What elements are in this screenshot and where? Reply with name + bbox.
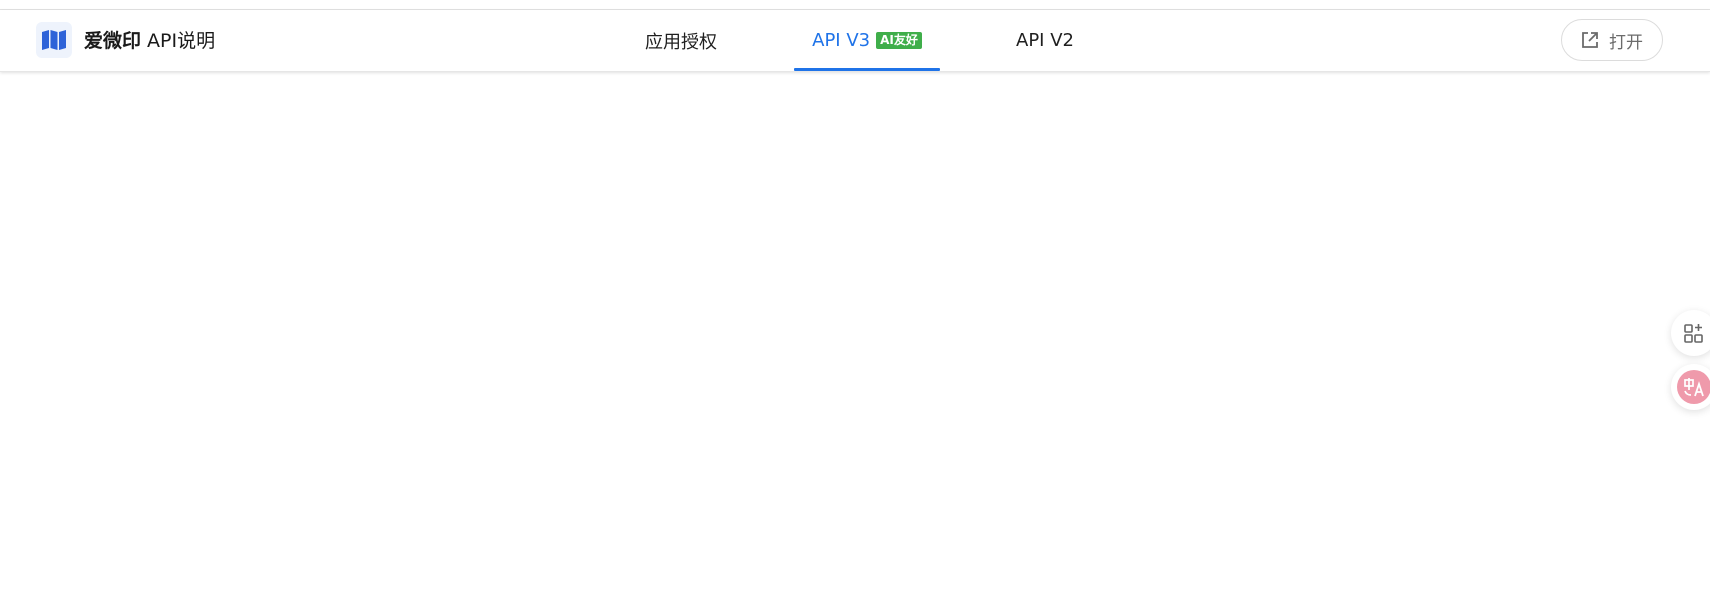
book-open-icon [42,30,66,50]
translate-icon [1677,370,1710,404]
logo[interactable] [36,22,72,58]
tab-app-auth[interactable]: 应用授权 [626,10,736,71]
tab-label: 应用授权 [645,31,717,53]
page-title: 爱微印 API说明 [84,28,215,54]
apps-add-icon [1684,324,1703,343]
top-border [0,0,1710,10]
translate-float-button[interactable] [1671,364,1710,410]
open-button[interactable]: 打开 [1561,19,1663,61]
external-link-icon [1582,32,1598,48]
tab-label: API V2 [1016,30,1074,51]
app-header: 爱微印 API说明 应用授权 API V3 AI友好 API V2 打开 [0,10,1710,72]
brand-suffix: API说明 [141,30,216,52]
apps-float-button[interactable] [1671,310,1710,356]
open-label: 打开 [1609,32,1643,53]
tab-api-v2[interactable]: API V2 [1000,10,1090,71]
ai-friendly-badge: AI友好 [876,32,922,49]
tab-api-v3[interactable]: API V3 AI友好 [794,10,940,71]
tab-label: API V3 [812,30,871,51]
brand-name: 爱微印 [84,30,142,52]
